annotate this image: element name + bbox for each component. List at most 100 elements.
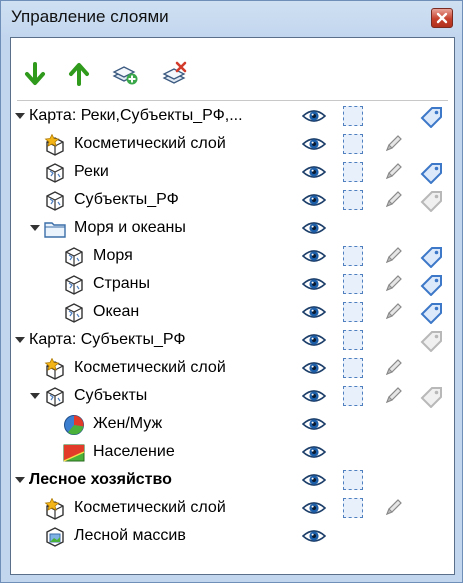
visibility-eye-icon[interactable] bbox=[301, 108, 327, 124]
visibility-eye-icon[interactable] bbox=[301, 220, 327, 236]
layer-row[interactable]: Лесное хозяйство bbox=[11, 466, 454, 494]
editable-pencil-icon[interactable] bbox=[383, 302, 403, 322]
layer-label: Реки bbox=[74, 163, 109, 180]
editable-pencil-icon[interactable] bbox=[383, 386, 403, 406]
layer-label: Косметический слой bbox=[74, 359, 226, 376]
visibility-eye-icon[interactable] bbox=[301, 164, 327, 180]
layer-label: Карта: Реки,Субъекты_РФ,... bbox=[29, 107, 243, 124]
layer-row[interactable]: Население bbox=[11, 438, 454, 466]
close-button[interactable] bbox=[431, 8, 453, 28]
editable-pencil-icon[interactable] bbox=[383, 358, 403, 378]
layer-row[interactable]: Океан bbox=[11, 298, 454, 326]
layer-label: Моря и океаны bbox=[74, 219, 186, 236]
visibility-eye-icon[interactable] bbox=[301, 248, 327, 264]
expand-arrow-icon[interactable] bbox=[30, 391, 40, 401]
add-layer-icon bbox=[112, 66, 138, 85]
selectable-toggle-icon[interactable] bbox=[343, 274, 363, 294]
selectable-toggle-icon[interactable] bbox=[343, 106, 363, 126]
visibility-eye-icon[interactable] bbox=[301, 276, 327, 292]
selectable-toggle-icon[interactable] bbox=[343, 162, 363, 182]
layer-row[interactable]: Карта: Субъекты_РФ bbox=[11, 326, 454, 354]
label-tag-icon[interactable] bbox=[420, 330, 444, 353]
layer-label: Субъекты bbox=[74, 387, 148, 404]
visibility-eye-icon[interactable] bbox=[301, 360, 327, 376]
visibility-eye-icon[interactable] bbox=[301, 472, 327, 488]
title-bar[interactable]: Управление слоями bbox=[1, 1, 462, 37]
expand-arrow-icon[interactable] bbox=[15, 475, 25, 485]
label-tag-icon[interactable] bbox=[420, 302, 444, 325]
layer-row[interactable]: Косметический слой bbox=[11, 130, 454, 158]
arrow-up-icon bbox=[69, 63, 89, 86]
layer-row[interactable]: Косметический слой bbox=[11, 354, 454, 382]
vector-layer-icon bbox=[63, 274, 85, 296]
layer-label: Косметический слой bbox=[74, 135, 226, 152]
window-title: Управление слоями bbox=[11, 7, 169, 26]
selectable-toggle-icon[interactable] bbox=[343, 358, 363, 378]
selectable-toggle-icon[interactable] bbox=[343, 134, 363, 154]
label-tag-icon[interactable] bbox=[420, 386, 444, 409]
layer-row[interactable]: Моря и океаны bbox=[11, 214, 454, 242]
remove-layer-icon bbox=[162, 61, 187, 84]
visibility-eye-icon[interactable] bbox=[301, 528, 327, 544]
visibility-eye-icon[interactable] bbox=[301, 500, 327, 516]
editable-pencil-icon[interactable] bbox=[383, 162, 403, 182]
visibility-eye-icon[interactable] bbox=[301, 304, 327, 320]
cosmetic-layer-icon bbox=[44, 357, 66, 380]
expand-arrow-icon[interactable] bbox=[15, 335, 25, 345]
layer-row[interactable]: Страны bbox=[11, 270, 454, 298]
arrow-down-icon bbox=[25, 62, 45, 85]
layer-control-window: Управление слоями Карта: Реки,Субъекты_Р… bbox=[0, 0, 463, 583]
visibility-eye-icon[interactable] bbox=[301, 388, 327, 404]
layer-label: Карта: Субъекты_РФ bbox=[29, 331, 186, 348]
layer-row[interactable]: Жен/Муж bbox=[11, 410, 454, 438]
editable-pencil-icon[interactable] bbox=[383, 246, 403, 266]
layer-label: Лесное хозяйство bbox=[29, 471, 172, 488]
move-up-button[interactable] bbox=[65, 60, 93, 88]
layer-row[interactable]: Косметический слой bbox=[11, 494, 454, 522]
visibility-eye-icon[interactable] bbox=[301, 444, 327, 460]
editable-pencil-icon[interactable] bbox=[383, 134, 403, 154]
layer-row[interactable]: Карта: Реки,Субъекты_РФ,... bbox=[11, 102, 454, 130]
selectable-toggle-icon[interactable] bbox=[343, 302, 363, 322]
label-tag-icon[interactable] bbox=[420, 162, 444, 185]
visibility-eye-icon[interactable] bbox=[301, 136, 327, 152]
label-tag-icon[interactable] bbox=[420, 274, 444, 297]
visibility-eye-icon[interactable] bbox=[301, 416, 327, 432]
label-tag-icon[interactable] bbox=[420, 190, 444, 213]
cosmetic-layer-icon bbox=[44, 497, 66, 520]
editable-pencil-icon[interactable] bbox=[383, 498, 403, 518]
selectable-toggle-icon[interactable] bbox=[343, 386, 363, 406]
label-tag-icon[interactable] bbox=[420, 246, 444, 269]
selectable-toggle-icon[interactable] bbox=[343, 470, 363, 490]
editable-pencil-icon[interactable] bbox=[383, 274, 403, 294]
expand-arrow-icon[interactable] bbox=[15, 111, 25, 121]
layer-label: Субъекты_РФ bbox=[74, 191, 179, 208]
layer-label: Косметический слой bbox=[74, 499, 226, 516]
layer-row[interactable]: Субъекты bbox=[11, 382, 454, 410]
move-down-button[interactable] bbox=[21, 60, 49, 88]
selectable-toggle-icon[interactable] bbox=[343, 330, 363, 350]
cosmetic-layer-icon bbox=[44, 133, 66, 156]
pie-chart-icon bbox=[63, 414, 85, 436]
layer-label: Океан bbox=[93, 303, 140, 320]
layer-row[interactable]: Лесной массив bbox=[11, 522, 454, 550]
layer-label: Моря bbox=[93, 247, 133, 264]
editable-pencil-icon[interactable] bbox=[383, 190, 403, 210]
layer-row[interactable]: Моря bbox=[11, 242, 454, 270]
visibility-eye-icon[interactable] bbox=[301, 192, 327, 208]
selectable-toggle-icon[interactable] bbox=[343, 246, 363, 266]
selectable-toggle-icon[interactable] bbox=[343, 498, 363, 518]
vector-layer-icon bbox=[44, 386, 66, 408]
layer-row[interactable]: Реки bbox=[11, 158, 454, 186]
add-layer-button[interactable] bbox=[111, 60, 139, 88]
expand-arrow-icon[interactable] bbox=[30, 223, 40, 233]
toolbar-separator bbox=[17, 100, 448, 101]
visibility-eye-icon[interactable] bbox=[301, 332, 327, 348]
remove-layer-button[interactable] bbox=[161, 60, 189, 88]
layer-label: Население bbox=[93, 443, 175, 460]
vector-layer-icon bbox=[63, 302, 85, 324]
label-tag-icon[interactable] bbox=[420, 106, 444, 129]
vector-layer-icon bbox=[44, 190, 66, 212]
selectable-toggle-icon[interactable] bbox=[343, 190, 363, 210]
layer-row[interactable]: Субъекты_РФ bbox=[11, 186, 454, 214]
